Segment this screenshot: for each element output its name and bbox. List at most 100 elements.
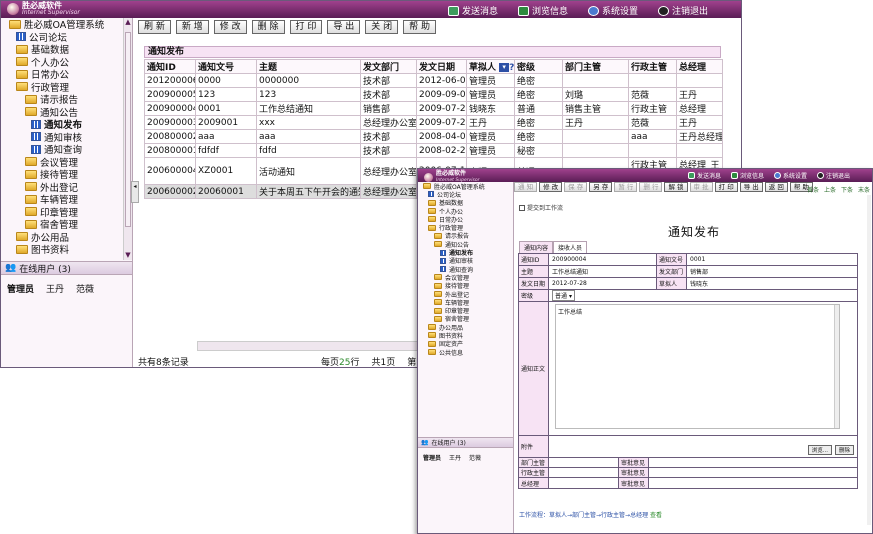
record-nav-link[interactable]: 下条 xyxy=(841,185,853,194)
secrecy-select[interactable]: 普通 ▾ xyxy=(552,290,575,301)
toolbar-button[interactable]: 导 出 xyxy=(739,182,763,192)
admin-manager-field[interactable] xyxy=(549,468,619,477)
table-row[interactable]: 200900004 0001 工作总结通知 销售部 2009-07-28 钱晓东 普通 销售主… xyxy=(144,101,723,116)
gm-field[interactable] xyxy=(549,478,619,488)
dept-manager-opinion[interactable] xyxy=(649,458,857,467)
subject-field[interactable]: 工作总结通知 xyxy=(549,266,657,277)
tree-item-supplies[interactable]: 办公用品 xyxy=(1,231,122,244)
date-field[interactable]: 2012-07-28 xyxy=(549,278,657,289)
tree-item-personal[interactable]: 个人办公 xyxy=(1,56,122,69)
table-row[interactable]: 201200006 0000 0000000 技术部 2012-06-05 管理员 绝密 xyxy=(144,73,723,88)
toolbar-button[interactable]: 保 存 xyxy=(564,182,588,192)
add-button[interactable]: 新 增 xyxy=(175,20,209,34)
toolbar-button[interactable]: 删 行 xyxy=(639,182,663,192)
toolbar-button[interactable]: 审 批 xyxy=(689,182,713,192)
tree-item-seal[interactable]: 印章管理 xyxy=(1,206,122,219)
browse-button[interactable]: 浏览... xyxy=(807,445,832,455)
tree-item[interactable]: 日常办公 xyxy=(418,215,513,224)
tree-item-dorm[interactable]: 宿舍管理 xyxy=(1,218,122,231)
gm-opinion[interactable] xyxy=(649,478,857,488)
toolbar-button[interactable]: 返 回 xyxy=(764,182,788,192)
tree-item[interactable]: 公共信息 xyxy=(418,348,513,357)
settings-link[interactable]: 系统设置 xyxy=(774,171,807,180)
per-page-value[interactable]: 25 xyxy=(339,358,350,367)
tree-item[interactable]: 个人办公 xyxy=(418,207,513,216)
online-user[interactable]: 王丹 xyxy=(46,282,64,295)
send-message-link[interactable]: 发送消息 xyxy=(688,171,721,180)
col-header[interactable]: 通知文号 xyxy=(195,59,257,74)
table-row[interactable]: 200800002 aaa aaa 技术部 2008-04-02 管理员 绝密 aaa 王丹总经… xyxy=(144,129,723,144)
help-icon[interactable]: ? xyxy=(509,63,513,73)
toolbar-button[interactable]: 通 知 xyxy=(514,182,538,192)
drafter-field[interactable]: 钱晓东 xyxy=(687,278,857,289)
tree-item-reception[interactable]: 接待管理 xyxy=(1,168,122,181)
record-nav-link[interactable]: 末条 xyxy=(858,185,870,194)
tree-scrollbar[interactable]: ▲ ▼ xyxy=(123,18,132,260)
dept-manager-field[interactable] xyxy=(549,458,619,467)
col-header[interactable]: 发文部门 xyxy=(360,59,417,74)
online-user[interactable]: 管理员 xyxy=(7,282,34,295)
doc-number-field[interactable]: 0001 xyxy=(687,254,857,265)
tree-item-vehicle[interactable]: 车辆管理 xyxy=(1,193,122,206)
record-nav-link[interactable]: 上条 xyxy=(824,185,836,194)
page-scrollbar[interactable] xyxy=(867,195,871,525)
tree-item-notice-query[interactable]: 通知查询 xyxy=(1,143,122,156)
dept-field[interactable]: 销售部 xyxy=(687,266,857,277)
tree-item-forum[interactable]: 公司论坛 xyxy=(1,31,122,44)
print-button[interactable]: 打 印 xyxy=(289,20,323,34)
notice-id-field[interactable]: 200900004 xyxy=(549,254,657,265)
tree-item-notices[interactable]: 通知公告 xyxy=(1,106,122,119)
tree-root[interactable]: 胜必威OA管理系统 xyxy=(418,182,513,191)
export-button[interactable]: 导 出 xyxy=(327,20,361,34)
tree-item-basic-data[interactable]: 基础数据 xyxy=(1,43,122,56)
textarea-scrollbar[interactable] xyxy=(834,305,839,428)
tree-item-meeting[interactable]: 会议管理 xyxy=(1,156,122,169)
tree-item-notice-review[interactable]: 通知审核 xyxy=(1,131,122,144)
table-row[interactable]: 200900005 123 123 技术部 2009-09-02 管理员 绝密 刘璐 范薇 王丹 xyxy=(144,87,723,102)
help-button[interactable]: 帮 助 xyxy=(403,20,436,34)
col-header[interactable]: 行政主管 xyxy=(628,59,677,74)
close-button[interactable]: 关 闭 xyxy=(365,20,399,34)
view-workflow-link[interactable]: 查看 xyxy=(650,512,662,519)
settings-link[interactable]: 系统设置 xyxy=(588,4,638,17)
col-header[interactable]: 总经理 xyxy=(676,59,723,74)
toolbar-button[interactable]: 打 印 xyxy=(714,182,738,192)
delete-button[interactable]: 删 除 xyxy=(251,20,285,34)
toolbar-button[interactable]: 另 存 xyxy=(589,182,613,192)
toolbar-button[interactable]: 修 改 xyxy=(539,182,563,192)
scroll-down-icon[interactable]: ▼ xyxy=(124,251,132,260)
browse-info-link[interactable]: 浏览信息 xyxy=(731,171,764,180)
tree-item[interactable]: 固定资产 xyxy=(418,340,513,348)
send-message-link[interactable]: 发送消息 xyxy=(448,4,498,17)
online-user[interactable]: 王丹 xyxy=(449,453,461,462)
table-row[interactable]: 200900003 2009001 xxx 总经理办公室 2009-07-27 王丹 绝密王… xyxy=(144,115,723,130)
tree-item-outing[interactable]: 外出登记 xyxy=(1,181,122,194)
body-textarea[interactable]: 工作总结 xyxy=(555,304,840,429)
scroll-up-icon[interactable]: ▲ xyxy=(124,18,132,27)
online-users-header[interactable]: 👥 在线用户 (3) xyxy=(418,437,513,448)
tree-item-daily[interactable]: 日常办公 xyxy=(1,68,122,81)
checkbox-icon[interactable] xyxy=(519,204,525,211)
col-header[interactable]: 发文日期 xyxy=(416,59,467,74)
online-user[interactable]: 范薇 xyxy=(469,453,481,462)
online-user[interactable]: 范薇 xyxy=(76,282,94,295)
tree-item[interactable]: 公司论坛 xyxy=(418,190,513,199)
col-header[interactable]: 主题 xyxy=(256,59,361,74)
toolbar-button[interactable]: 解 锁 xyxy=(664,182,688,192)
online-user[interactable]: 管理员 xyxy=(423,453,441,462)
tree-item[interactable]: 图书资料 xyxy=(418,331,513,340)
tree-root[interactable]: 胜必威OA管理系统 xyxy=(1,18,122,31)
col-header[interactable]: 密级 xyxy=(514,59,563,74)
toolbar-button[interactable]: 暂 行 xyxy=(614,182,638,192)
record-nav-link[interactable]: 首条 xyxy=(807,185,819,194)
refresh-button[interactable]: 刷 新 xyxy=(138,20,171,34)
table-row[interactable]: 200800001 fdfdf fdfd 技术部 2008-02-26 管理员 秘密 xyxy=(144,143,723,158)
tree-item[interactable]: 基础数据 xyxy=(418,199,513,207)
online-users-header[interactable]: 👥 在线用户 (3) xyxy=(1,261,132,275)
filter-dropdown-icon[interactable]: ▾ xyxy=(499,63,510,72)
admin-manager-opinion[interactable] xyxy=(649,468,857,477)
tree-item[interactable]: 办公用品 xyxy=(418,323,513,332)
remove-attachment-button[interactable]: 删除 xyxy=(834,445,854,455)
col-header[interactable]: 部门主管 xyxy=(562,59,629,74)
tree-item[interactable]: 宿舍管理 xyxy=(418,315,513,323)
